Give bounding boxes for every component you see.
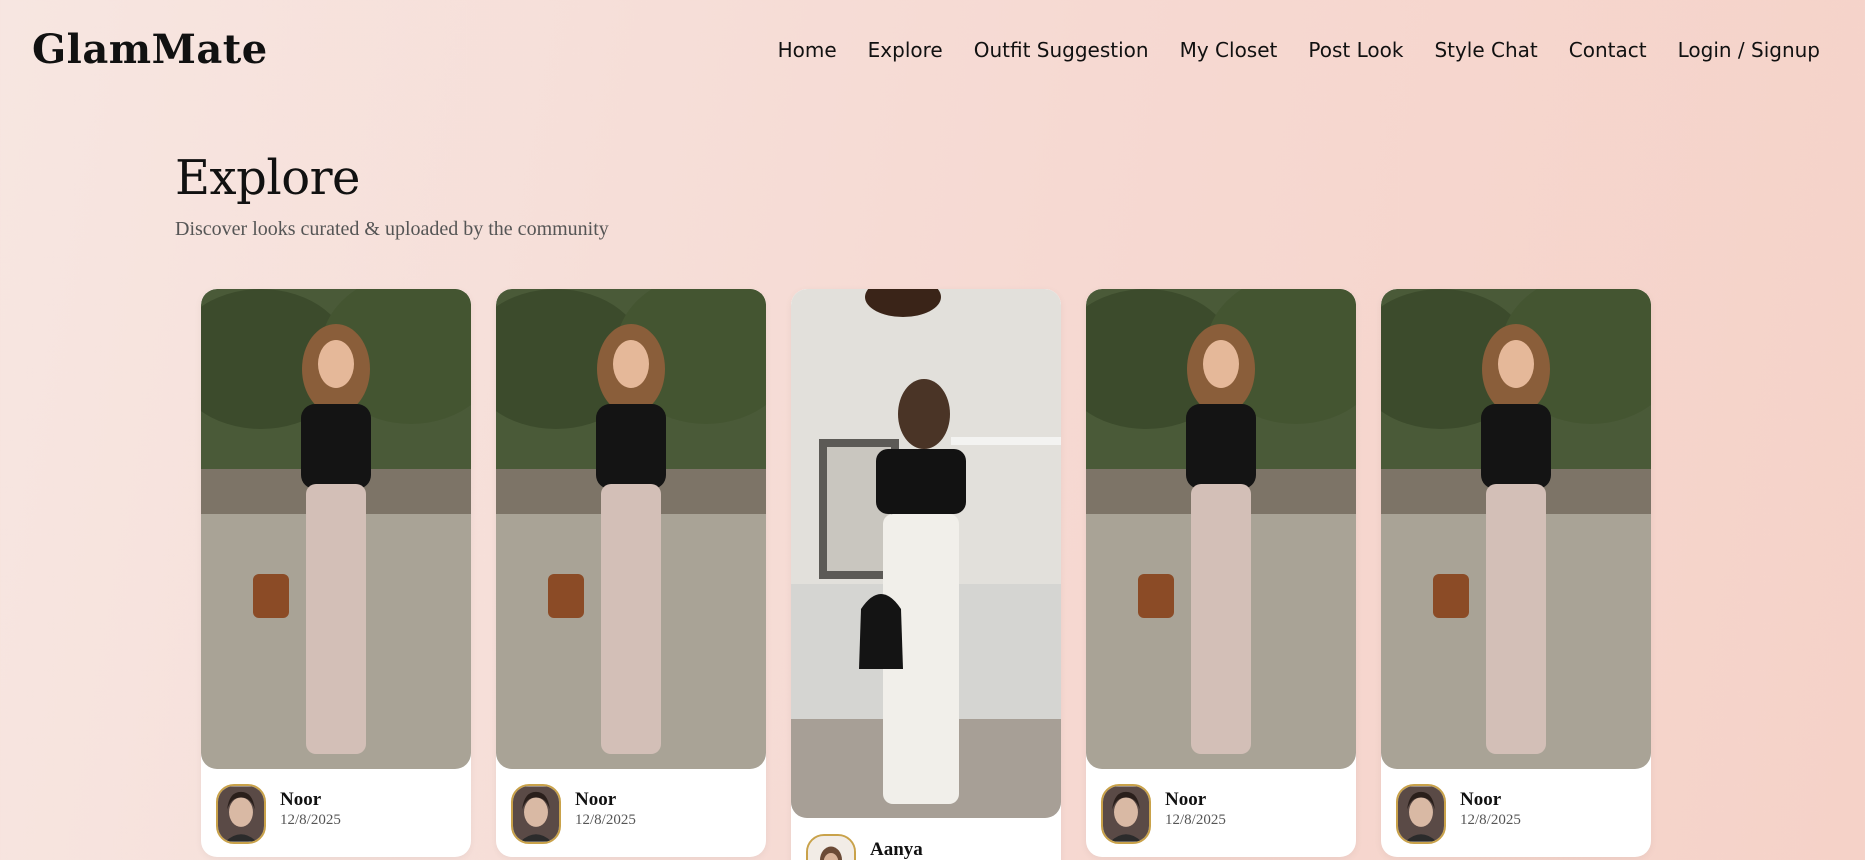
author-name[interactable]: Aanya (870, 839, 923, 860)
post-date: 12/8/2025 (1165, 812, 1226, 828)
nav-link-style-chat[interactable]: Style Chat (1434, 38, 1537, 62)
nav-link-explore[interactable]: Explore (868, 38, 943, 62)
navbar: GlamMate Home Explore Outfit Suggestion … (0, 0, 1865, 105)
author-meta: Noor 12/8/2025 (280, 784, 341, 829)
author-meta: Aanya (870, 834, 923, 860)
nav-item-explore: Explore (868, 38, 943, 62)
look-photo[interactable] (1381, 289, 1651, 769)
avatar-image (513, 786, 559, 842)
post-date: 12/8/2025 (1460, 812, 1521, 828)
avatar[interactable] (1396, 784, 1446, 844)
avatar[interactable] (216, 784, 266, 844)
page-title: Explore (175, 150, 360, 206)
look-card[interactable]: Noor 12/8/2025 (1086, 289, 1356, 857)
nav-item-style-chat: Style Chat (1434, 38, 1537, 62)
author-meta: Noor 12/8/2025 (1460, 784, 1521, 829)
nav-link-my-closet[interactable]: My Closet (1180, 38, 1278, 62)
look-author[interactable]: Noor 12/8/2025 (1396, 784, 1521, 844)
nav-link-outfit-suggestion[interactable]: Outfit Suggestion (974, 38, 1149, 62)
page-subtitle: Discover looks curated & uploaded by the… (175, 218, 609, 240)
look-photo-image (791, 289, 1061, 818)
nav-item-outfit-suggestion: Outfit Suggestion (974, 38, 1149, 62)
nav-menu: Home Explore Outfit Suggestion My Closet… (778, 38, 1820, 62)
author-name[interactable]: Noor (1460, 789, 1521, 811)
look-card[interactable]: Noor 12/8/2025 (1381, 289, 1651, 857)
nav-link-post-look[interactable]: Post Look (1308, 38, 1403, 62)
nav-item-contact: Contact (1569, 38, 1647, 62)
avatar[interactable] (806, 834, 856, 860)
look-photo[interactable] (201, 289, 471, 769)
nav-item-post-look: Post Look (1308, 38, 1403, 62)
look-photo-image (496, 289, 766, 769)
nav-item-login: Login / Signup (1678, 38, 1820, 62)
look-photo-image (201, 289, 471, 769)
author-meta: Noor 12/8/2025 (1165, 784, 1226, 829)
avatar[interactable] (511, 784, 561, 844)
avatar-image (1398, 786, 1444, 842)
look-author[interactable]: Noor 12/8/2025 (216, 784, 341, 844)
look-card[interactable]: Noor 12/8/2025 (496, 289, 766, 857)
avatar-image (218, 786, 264, 842)
post-date: 12/8/2025 (575, 812, 636, 828)
look-photo[interactable] (496, 289, 766, 769)
post-date: 12/8/2025 (280, 812, 341, 828)
nav-item-my-closet: My Closet (1180, 38, 1278, 62)
avatar[interactable] (1101, 784, 1151, 844)
look-photo-image (1086, 289, 1356, 769)
avatar-image (1103, 786, 1149, 842)
look-author[interactable]: Noor 12/8/2025 (1101, 784, 1226, 844)
look-photo[interactable] (1086, 289, 1356, 769)
nav-link-home[interactable]: Home (778, 38, 837, 62)
look-photo-image (1381, 289, 1651, 769)
brand-logo[interactable]: GlamMate (32, 26, 268, 73)
nav-link-contact[interactable]: Contact (1569, 38, 1647, 62)
look-author[interactable]: Aanya (806, 834, 923, 860)
look-card[interactable]: Aanya (791, 289, 1061, 860)
author-name[interactable]: Noor (280, 789, 341, 811)
author-name[interactable]: Noor (575, 789, 636, 811)
avatar-image (808, 836, 854, 860)
look-card[interactable]: Noor 12/8/2025 (201, 289, 471, 857)
nav-item-home: Home (778, 38, 837, 62)
look-photo[interactable] (791, 289, 1061, 818)
look-author[interactable]: Noor 12/8/2025 (511, 784, 636, 844)
author-name[interactable]: Noor (1165, 789, 1226, 811)
author-meta: Noor 12/8/2025 (575, 784, 636, 829)
nav-link-login-signup[interactable]: Login / Signup (1678, 38, 1820, 62)
